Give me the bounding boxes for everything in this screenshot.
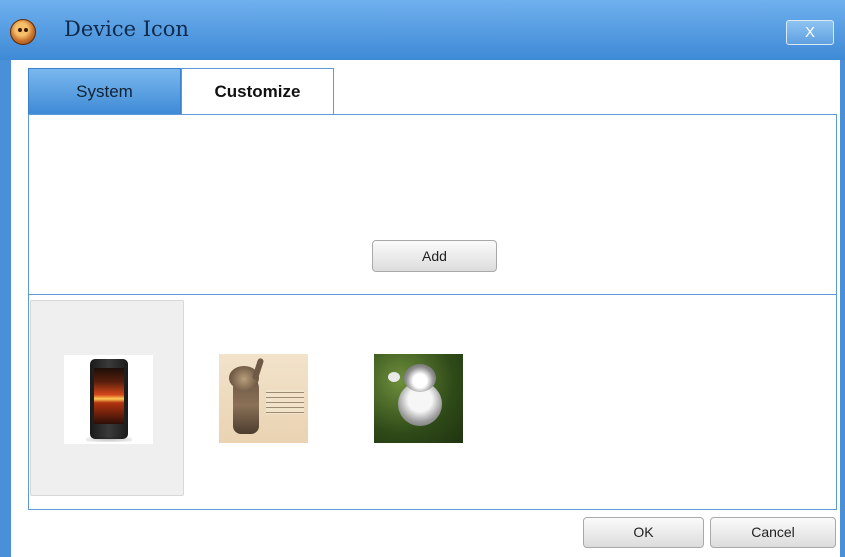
title-bar[interactable]: Device Icon X (0, 0, 845, 60)
app-logo-icon (10, 19, 36, 45)
phone-icon (64, 355, 153, 444)
cancel-button[interactable]: Cancel (710, 517, 836, 548)
ok-button[interactable]: OK (583, 517, 704, 548)
add-button[interactable]: Add (372, 240, 497, 272)
tab-customize[interactable]: Customize (181, 68, 334, 114)
close-button[interactable]: X (786, 20, 834, 45)
dialog-body: System Customize Add OK Cancel (11, 60, 840, 557)
icon-tile-cat-waving[interactable] (341, 300, 495, 496)
dialog-title: Device Icon (64, 17, 189, 41)
cat-waving-icon (374, 354, 463, 443)
icon-tile-cat-standing[interactable] (186, 300, 340, 496)
device-icon-dialog: Device Icon X System Customize Add OK Ca… (0, 0, 845, 557)
icon-tile-phone[interactable] (30, 300, 184, 496)
tab-system[interactable]: System (28, 68, 181, 114)
cat-standing-icon (219, 354, 308, 443)
icon-gallery (28, 295, 837, 510)
upload-area: Add (28, 114, 837, 295)
